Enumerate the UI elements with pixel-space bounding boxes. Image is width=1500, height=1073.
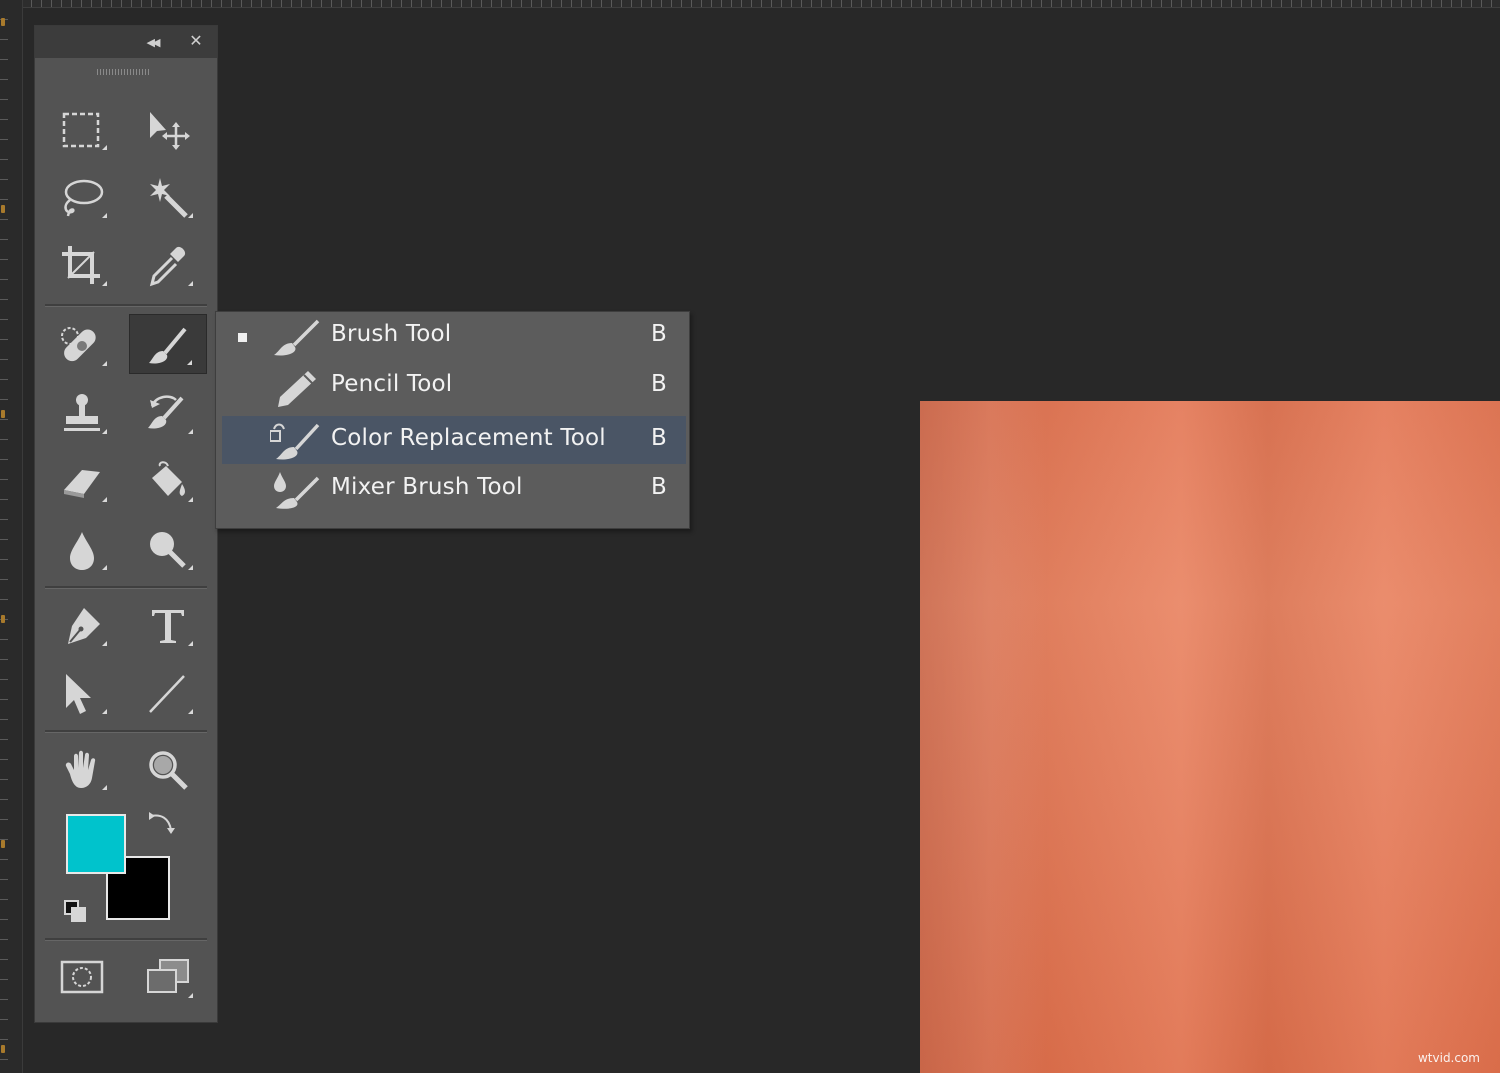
history-brush-icon <box>148 395 184 429</box>
magic-wand-tool[interactable] <box>129 166 207 226</box>
screen-mode-icon <box>147 959 189 993</box>
menu-item-shortcut: B <box>651 474 667 500</box>
selected-bullet-icon <box>238 333 247 342</box>
move-tool[interactable] <box>129 98 207 158</box>
history-brush-tool[interactable] <box>129 382 207 442</box>
collapse-panel-button[interactable]: ◀◀ <box>141 30 163 52</box>
panel-grip[interactable] <box>97 69 151 75</box>
crop-tool[interactable] <box>43 234 121 294</box>
rectangular-marquee-icon <box>62 112 100 148</box>
zoom-icon <box>149 751 188 790</box>
paint-bucket-icon <box>152 461 185 496</box>
double-chevron-left-icon: ◀◀ <box>146 36 161 49</box>
hand-icon <box>65 750 96 788</box>
type-tool[interactable] <box>129 594 207 654</box>
blur-drop-icon <box>70 532 94 570</box>
screen-mode-button[interactable] <box>129 946 207 1006</box>
menu-item-shortcut: B <box>651 425 667 451</box>
path-selection-tool[interactable] <box>43 662 121 722</box>
paint-bucket-tool[interactable] <box>129 450 207 510</box>
brush-tool[interactable] <box>129 314 207 374</box>
menu-item-label: Color Replacement Tool <box>331 425 606 451</box>
brush-tools-flyout-menu: Brush Tool B Pencil Tool B Color Replace… <box>215 311 690 529</box>
spot-healing-tool[interactable] <box>43 314 121 374</box>
menu-item-brush-tool[interactable]: Brush Tool B <box>222 312 686 360</box>
pencil-icon <box>278 371 316 407</box>
crop-icon <box>62 246 100 284</box>
menu-item-label: Brush Tool <box>331 321 452 347</box>
clone-stamp-icon <box>64 394 100 431</box>
eyedropper-tool[interactable] <box>129 234 207 294</box>
hand-tool[interactable] <box>43 738 121 798</box>
quick-mask-icon <box>60 960 104 994</box>
magic-wand-icon <box>150 178 188 218</box>
clone-stamp-tool[interactable] <box>43 382 121 442</box>
lasso-icon <box>64 179 104 217</box>
pen-tool[interactable] <box>43 594 121 654</box>
color-replacement-icon <box>270 423 320 460</box>
lasso-tool[interactable] <box>43 166 121 226</box>
close-icon: ✕ <box>189 31 203 50</box>
type-icon <box>152 610 184 643</box>
brush-icon <box>274 319 320 356</box>
move-tool-icon <box>150 112 190 150</box>
document-canvas-image[interactable]: wtvid.com <box>920 401 1500 1073</box>
swap-arrows-icon <box>149 812 175 834</box>
dodge-tool[interactable] <box>129 518 207 578</box>
default-colors-button[interactable] <box>62 898 92 932</box>
foreground-color-swatch[interactable] <box>66 814 126 874</box>
menu-item-label: Mixer Brush Tool <box>331 474 523 500</box>
eyedropper-icon <box>149 246 186 287</box>
wall-texture <box>920 401 1050 1073</box>
blur-tool[interactable] <box>43 518 121 578</box>
line-tool[interactable] <box>129 662 207 722</box>
zoom-tool[interactable] <box>129 738 207 798</box>
menu-item-shortcut: B <box>651 321 667 347</box>
menu-item-color-replacement-tool[interactable]: Color Replacement Tool B <box>222 416 686 464</box>
vertical-ruler <box>0 0 23 1073</box>
horizontal-ruler <box>22 0 1500 8</box>
close-panel-button[interactable]: ✕ <box>185 30 207 52</box>
menu-item-pencil-tool[interactable]: Pencil Tool B <box>222 362 686 410</box>
line-icon <box>149 675 185 713</box>
mixer-brush-icon <box>274 472 320 509</box>
swap-colors-button[interactable] <box>147 808 177 842</box>
eraser-tool[interactable] <box>43 450 121 510</box>
tools-panel: ◀◀ ✕ <box>34 25 218 1023</box>
watermark-text: wtvid.com <box>1417 1051 1480 1065</box>
quick-mask-button[interactable] <box>43 946 121 1006</box>
eraser-icon <box>64 470 100 498</box>
path-selection-icon <box>66 674 91 714</box>
dodge-icon <box>150 532 186 568</box>
menu-item-shortcut: B <box>651 371 667 397</box>
pen-icon <box>68 608 100 644</box>
panel-header: ◀◀ ✕ <box>35 26 217 58</box>
rectangular-marquee-tool[interactable] <box>43 98 121 158</box>
default-colors-icon <box>64 900 86 922</box>
menu-item-mixer-brush-tool[interactable]: Mixer Brush Tool B <box>222 465 686 513</box>
brush-icon <box>149 327 187 364</box>
menu-item-label: Pencil Tool <box>331 371 453 397</box>
spot-healing-icon <box>61 327 96 362</box>
